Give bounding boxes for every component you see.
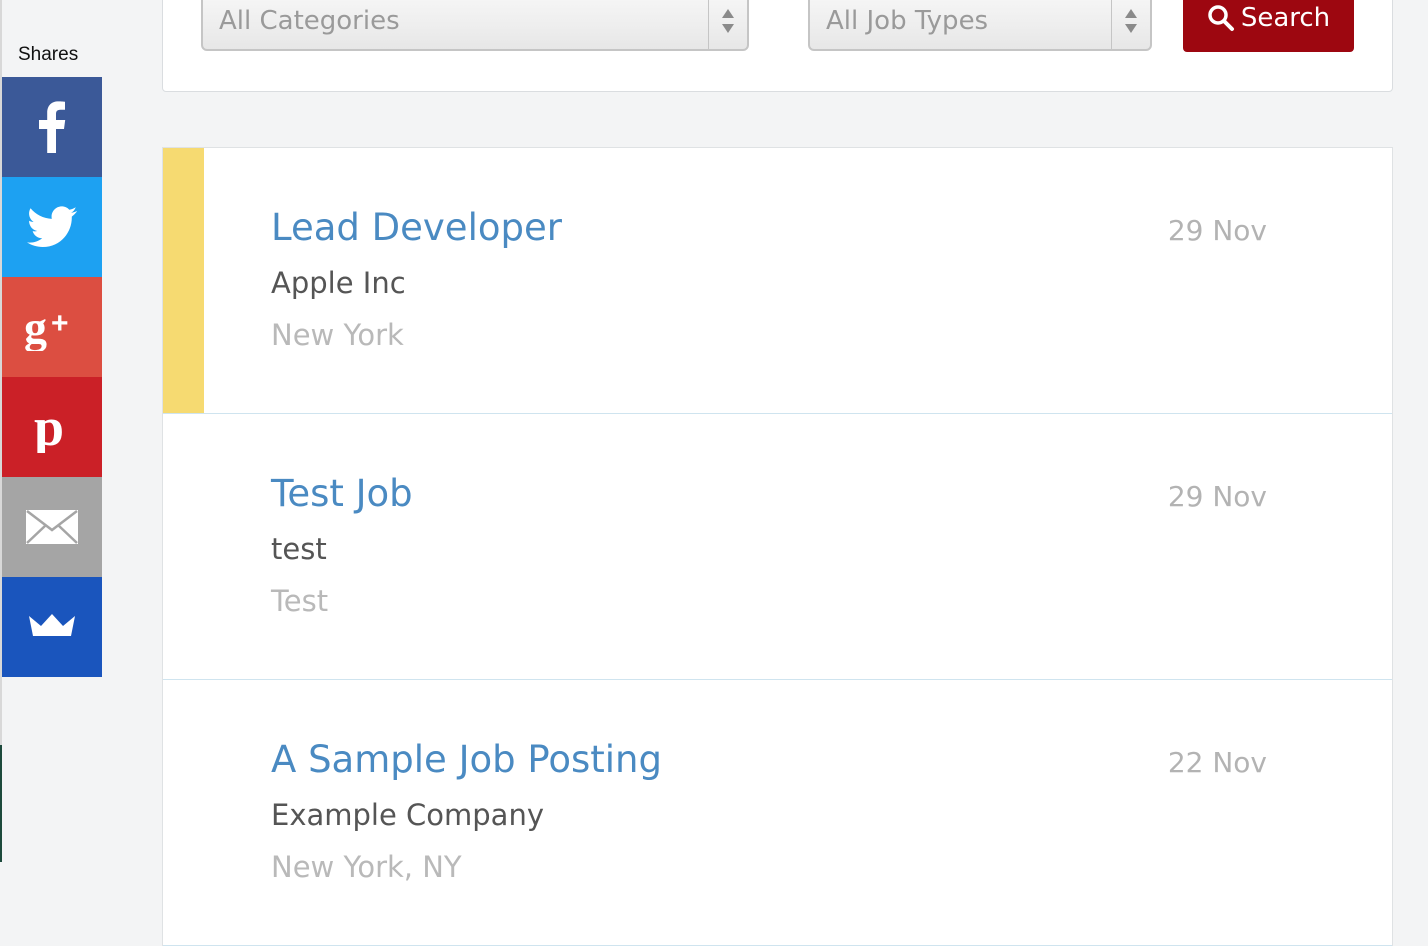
svg-text:+: + — [51, 307, 69, 340]
category-select[interactable]: All Categories — [201, 0, 749, 51]
job-location: New York — [271, 318, 404, 352]
envelope-icon — [26, 510, 78, 544]
job-type-select[interactable]: All Job Types — [808, 0, 1152, 51]
job-location: New York, NY — [271, 850, 462, 884]
shares-label: Shares — [18, 44, 79, 65]
job-date: 22 Nov — [1167, 746, 1267, 779]
job-title[interactable]: A Sample Job Posting — [271, 738, 662, 781]
job-title[interactable]: Test Job — [271, 472, 413, 515]
job-listing-featured[interactable]: Lead Developer Apple Inc New York 29 Nov — [163, 148, 1392, 414]
category-select-arrows-icon — [708, 0, 747, 49]
job-listing[interactable]: Test Job test Test 29 Nov — [163, 414, 1392, 680]
crown-icon — [29, 614, 75, 636]
job-type-select-arrows-icon — [1111, 0, 1150, 49]
search-button-label: Search — [1240, 2, 1331, 33]
twitter-share-button[interactable] — [2, 177, 102, 277]
job-listing[interactable]: A Sample Job Posting Example Company New… — [163, 680, 1392, 946]
pinterest-share-button[interactable]: p — [2, 377, 102, 477]
category-select-value: All Categories — [219, 6, 400, 36]
job-company: test — [271, 532, 327, 566]
search-button[interactable]: Search — [1183, 0, 1354, 52]
svg-text:g: g — [24, 303, 47, 351]
sumome-share-button[interactable] — [2, 577, 102, 677]
search-icon — [1208, 4, 1234, 31]
job-date: 29 Nov — [1167, 214, 1267, 247]
twitter-icon — [27, 206, 77, 247]
job-search-panel: All Categories All Job Types Search — [162, 0, 1393, 92]
page-edge-dark — [0, 745, 2, 862]
job-listings: Lead Developer Apple Inc New York 29 Nov… — [162, 147, 1393, 946]
svg-text:p: p — [34, 401, 64, 453]
google-plus-icon: g + — [24, 303, 69, 351]
email-share-button[interactable] — [2, 477, 102, 577]
job-title[interactable]: Lead Developer — [271, 206, 562, 249]
job-company: Example Company — [271, 798, 544, 832]
job-company: Apple Inc — [271, 266, 406, 300]
facebook-icon — [39, 101, 66, 153]
job-type-select-value: All Job Types — [826, 6, 989, 36]
google-plus-share-button[interactable]: g + — [2, 277, 102, 377]
job-date: 29 Nov — [1167, 480, 1267, 513]
pinterest-icon: p — [34, 401, 64, 453]
job-location: Test — [271, 584, 329, 618]
facebook-share-button[interactable] — [2, 77, 102, 177]
